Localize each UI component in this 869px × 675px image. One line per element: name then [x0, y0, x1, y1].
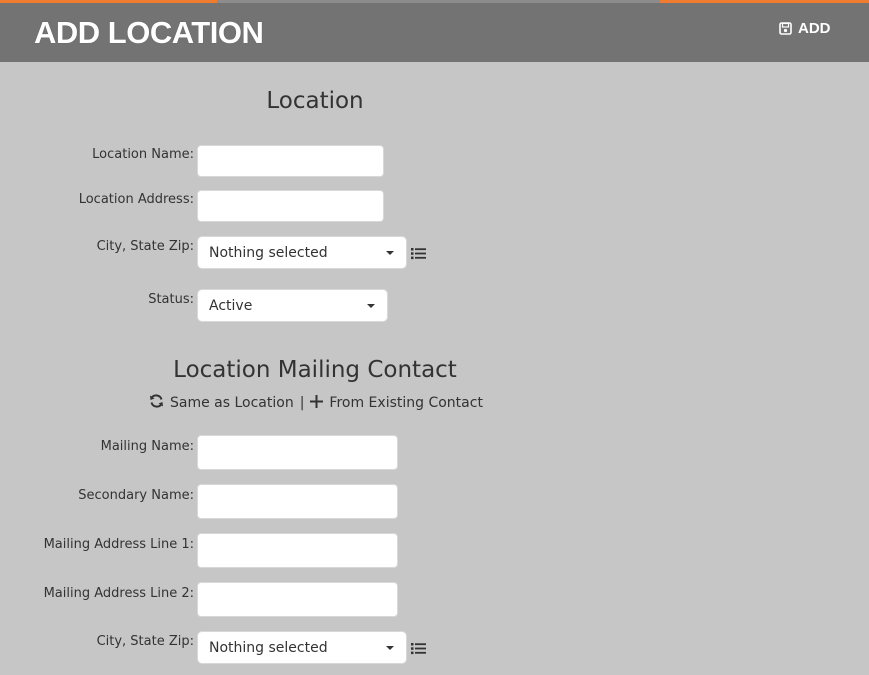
same-as-location-link[interactable]: Same as Location — [149, 394, 294, 412]
city-state-zip-label: City, State Zip: — [96, 239, 194, 254]
mailing-name-label: Mailing Name: — [100, 439, 194, 454]
add-button[interactable]: ADD — [779, 20, 831, 37]
mailing-section-title: Location Mailing Contact — [173, 357, 457, 383]
address-line-1-label: Mailing Address Line 1: — [43, 537, 194, 552]
mailing-name-input[interactable] — [197, 435, 398, 470]
city-state-zip-select[interactable]: Nothing selected — [197, 236, 407, 269]
mailing-city-state-zip-selected: Nothing selected — [209, 639, 328, 656]
city-state-zip-selected: Nothing selected — [209, 244, 328, 261]
location-name-label: Location Name: — [92, 147, 194, 162]
location-name-input[interactable] — [197, 145, 384, 177]
location-address-input[interactable] — [197, 190, 384, 222]
save-icon — [779, 22, 792, 35]
address-line-2-input[interactable] — [197, 582, 398, 617]
from-existing-contact-link[interactable]: From Existing Contact — [310, 394, 483, 412]
from-existing-contact-label: From Existing Contact — [329, 395, 483, 411]
same-as-location-label: Same as Location — [170, 395, 294, 411]
plus-icon — [310, 394, 324, 412]
chevron-down-icon — [386, 646, 394, 650]
secondary-name-input[interactable] — [197, 484, 398, 519]
page-header: ADD LOCATION — [0, 3, 869, 62]
status-label: Status: — [148, 292, 194, 307]
chevron-down-icon — [386, 251, 394, 255]
list-icon[interactable] — [411, 245, 426, 264]
page-title: ADD LOCATION — [34, 15, 264, 50]
status-selected: Active — [209, 297, 253, 314]
address-line-2-label: Mailing Address Line 2: — [43, 586, 194, 601]
status-select[interactable]: Active — [197, 289, 388, 322]
location-section-title: Location — [266, 88, 364, 114]
separator: | — [299, 395, 305, 411]
address-line-1-input[interactable] — [197, 533, 398, 568]
refresh-icon — [149, 394, 164, 412]
chevron-down-icon — [367, 304, 375, 308]
list-icon[interactable] — [411, 640, 426, 659]
location-address-label: Location Address: — [78, 192, 194, 207]
add-button-label: ADD — [798, 20, 831, 37]
mailing-city-state-zip-select[interactable]: Nothing selected — [197, 631, 407, 664]
secondary-name-label: Secondary Name: — [78, 488, 194, 503]
mailing-actions: Same as Location | From Existing Contact — [149, 394, 483, 412]
mailing-city-state-zip-label: City, State Zip: — [96, 634, 194, 649]
